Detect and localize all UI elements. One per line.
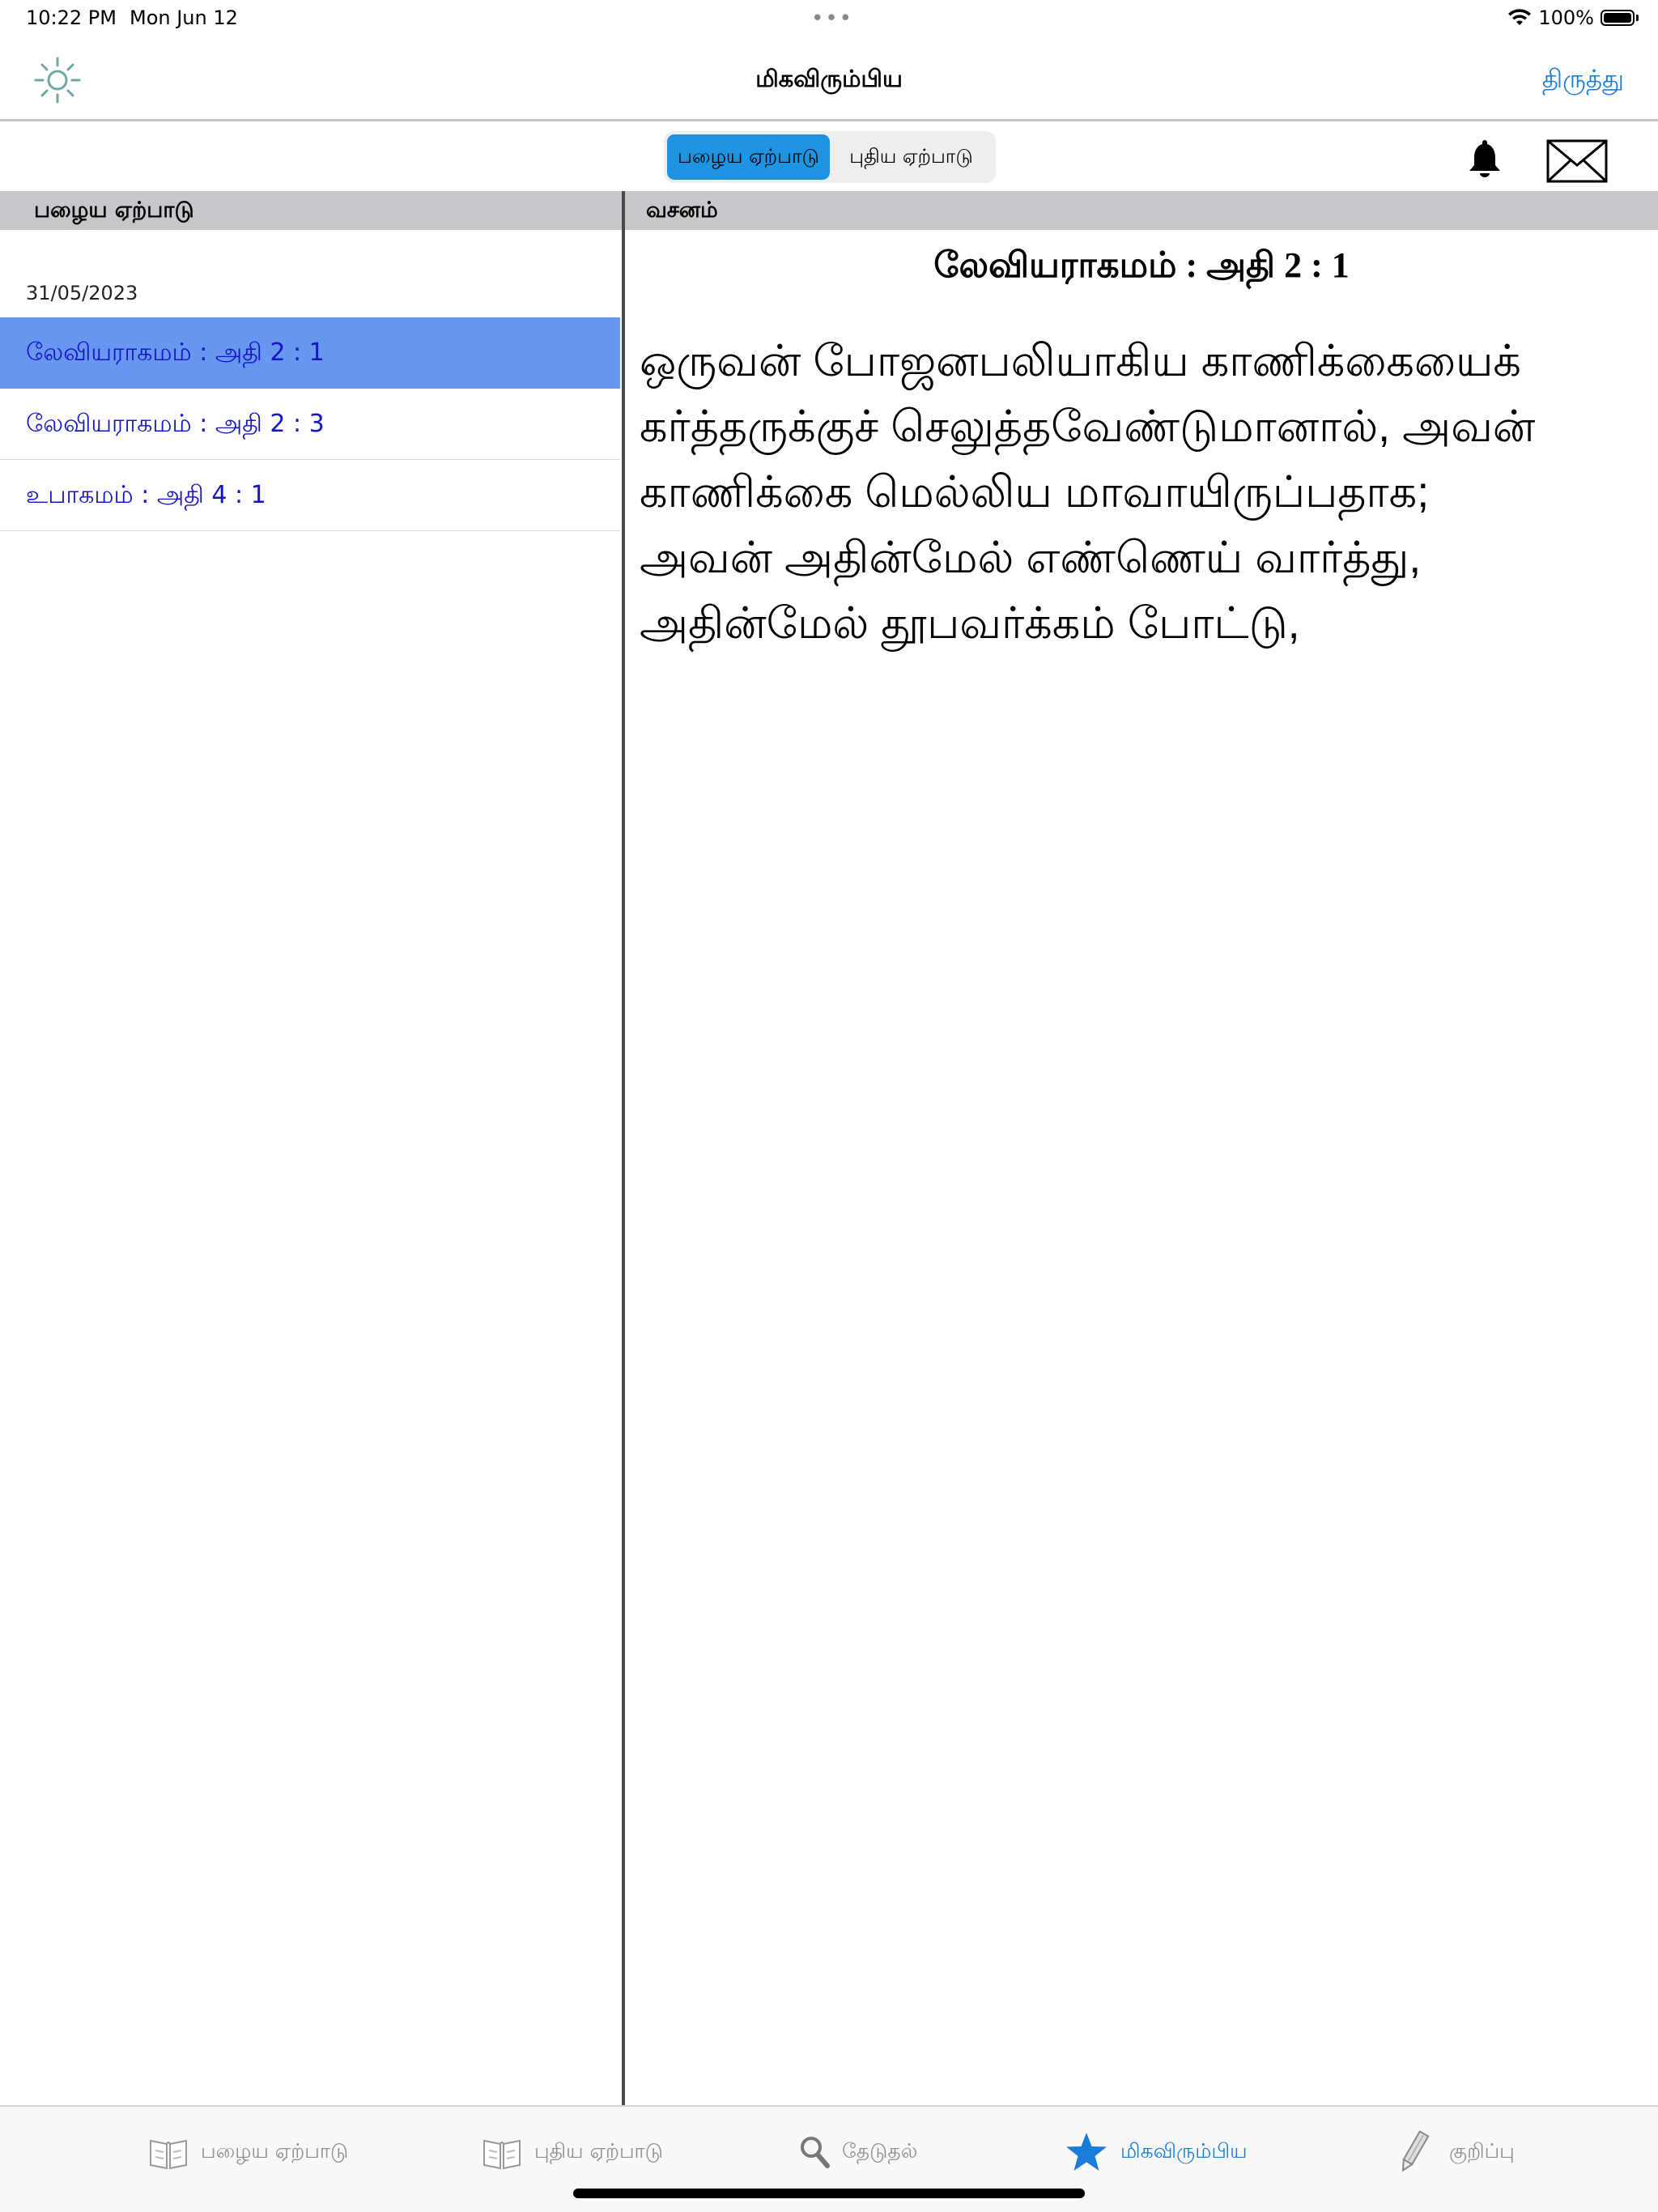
verse-text: ஒருவன் போஜனபலியாகிய காணிக்கையைக் கர்த்தர… xyxy=(640,329,1643,657)
page-title: மிகவிரும்பிய xyxy=(755,65,903,92)
favorite-item[interactable]: லேவியராகமம் : அதி 2 : 1 xyxy=(0,317,620,389)
book-icon xyxy=(483,2139,521,2170)
battery-tip xyxy=(1636,15,1639,21)
verse-line: காணிக்கை மெல்லிய மாவாயிருப்பதாக; xyxy=(640,468,1430,517)
tab-label: பழைய ஏற்பாடு xyxy=(201,2138,349,2163)
navigation-bar: மிகவிரும்பிய திருத்து xyxy=(0,39,1658,121)
battery-percent: 100% xyxy=(1538,6,1594,29)
testament-segmented-control: பழைய ஏற்பாடு புதிய ஏற்பாடு xyxy=(664,131,996,183)
battery-level xyxy=(1604,13,1631,23)
star-icon xyxy=(1066,2133,1107,2171)
favorite-item[interactable]: லேவியராகமம் : அதி 2 : 3 xyxy=(0,389,620,460)
tab-favorites[interactable]: மிகவிரும்பிய xyxy=(1064,2128,1248,2176)
favorites-list: லேவியராகமம் : அதி 2 : 1 லேவியராகமம் : அத… xyxy=(0,317,620,531)
battery-icon xyxy=(1601,10,1635,26)
tab-search[interactable]: தேடுதல் xyxy=(798,2128,917,2176)
status-bar: 10:22 PM Mon Jun 12 ••• 100% xyxy=(0,0,1658,39)
tab-notes[interactable]: குறிப்பு xyxy=(1389,2128,1515,2176)
verse-line: அதின்மேல் தூபவர்க்கம் போட்டு, xyxy=(640,599,1300,648)
verse-line: ஒருவன் போஜனபலியாகிய காணிக்கையைக் xyxy=(640,337,1521,385)
wifi-icon xyxy=(1508,9,1532,25)
tab-label: தேடுதல் xyxy=(842,2138,918,2163)
status-indicators: 100% xyxy=(1507,6,1639,29)
testament-toolbar: பழைய ஏற்பாடு புதிய ஏற்பாடு xyxy=(0,121,1658,191)
home-indicator[interactable] xyxy=(573,2189,1085,2198)
tab-label: குறிப்பு xyxy=(1449,2138,1515,2163)
verse-reference: லேவியராகமம் : அதி 2 : 1 xyxy=(933,245,1350,285)
bell-icon[interactable] xyxy=(1467,138,1503,178)
search-icon xyxy=(801,2137,830,2168)
left-pane-header: பழைய ஏற்பாடு xyxy=(0,191,622,230)
book-icon xyxy=(150,2139,187,2170)
split-view-divider[interactable] xyxy=(622,191,625,2105)
tab-old-testament[interactable]: பழைய ஏற்பாடு xyxy=(147,2128,348,2176)
tab-label: மிகவிரும்பிய xyxy=(1120,2138,1248,2163)
pencil-icon xyxy=(1401,2130,1430,2172)
right-pane-header: வசனம் xyxy=(625,191,1658,230)
status-time: 10:22 PM xyxy=(26,6,117,29)
favorite-item[interactable]: உபாகமம் : அதி 4 : 1 xyxy=(0,460,620,531)
tab-new-testament[interactable]: புதிய ஏற்பாடு xyxy=(481,2128,663,2176)
tab-label: புதிய ஏற்பாடு xyxy=(534,2138,663,2163)
segment-new-testament[interactable]: புதிய ஏற்பாடு xyxy=(830,134,993,180)
status-date: Mon Jun 12 xyxy=(130,6,238,29)
verse-line: கர்த்தருக்குச் செலுத்தவேண்டுமானால், அவன் xyxy=(640,402,1536,451)
mail-icon[interactable] xyxy=(1546,139,1608,183)
multitasking-dots[interactable]: ••• xyxy=(811,6,853,31)
edit-button[interactable]: திருத்து xyxy=(1542,65,1624,97)
section-date: 31/05/2023 xyxy=(26,282,138,304)
segment-old-testament[interactable]: பழைய ஏற்பாடு xyxy=(667,134,830,180)
verse-line: அவன் அதின்மேல் எண்ணெய் வார்த்து, xyxy=(640,534,1422,582)
